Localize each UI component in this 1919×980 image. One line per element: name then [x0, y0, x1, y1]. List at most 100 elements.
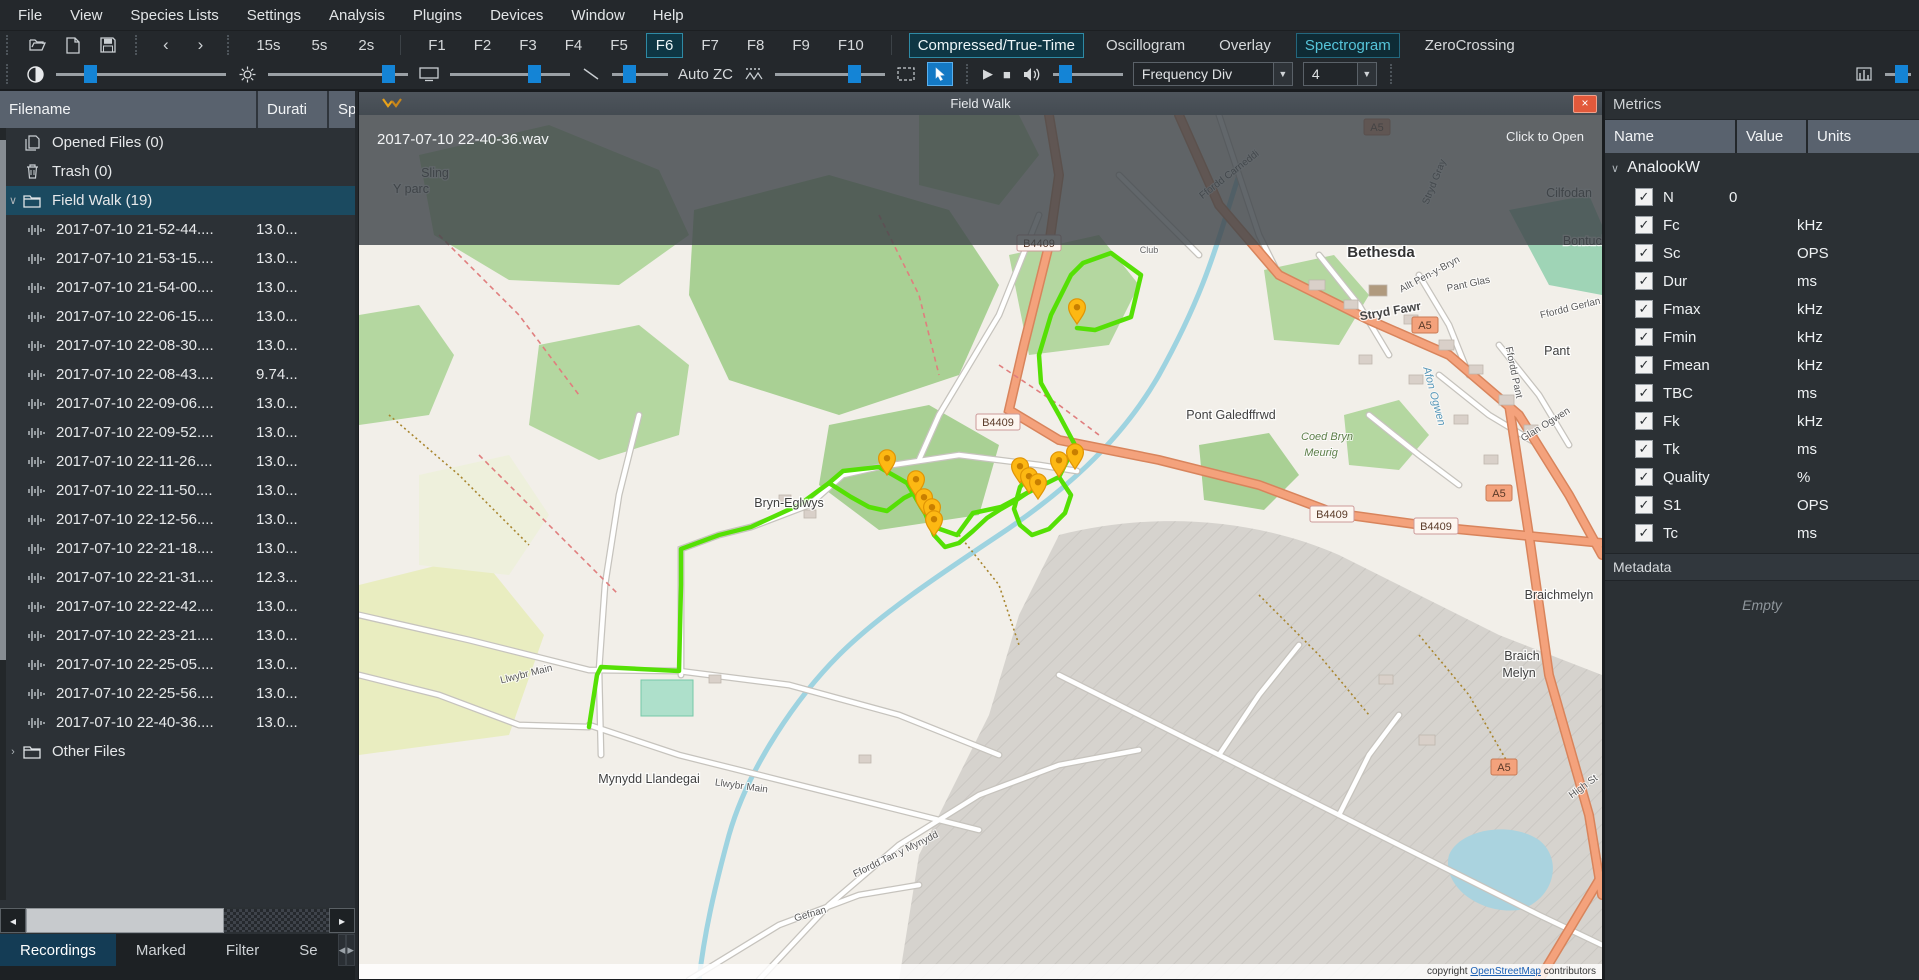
fkey-button-f3[interactable]: F3 — [509, 33, 547, 58]
slider-handle[interactable] — [528, 65, 541, 83]
file-row[interactable]: 2017-07-10 22-25-56....13.0... — [6, 679, 355, 708]
metric-row-quality[interactable]: ✓Quality% — [1605, 463, 1919, 491]
file-row[interactable]: 2017-07-10 22-11-50....13.0... — [6, 476, 355, 505]
metric-row-tc[interactable]: ✓Tcms — [1605, 519, 1919, 547]
metric-checkbox[interactable]: ✓ — [1635, 244, 1653, 262]
metric-checkbox[interactable]: ✓ — [1635, 300, 1653, 318]
openstreetmap-link[interactable]: OpenStreetMap — [1470, 966, 1541, 977]
sidebar-tab-recordings[interactable]: Recordings — [0, 934, 116, 966]
brightness-slider[interactable] — [268, 65, 408, 83]
file-row[interactable]: 2017-07-10 21-53-15....13.0... — [6, 244, 355, 273]
contrast-slider[interactable] — [56, 65, 226, 83]
forward-button[interactable]: › — [190, 35, 212, 55]
file-row[interactable]: 2017-07-10 22-25-05....13.0... — [6, 650, 355, 679]
fkey-button-f8[interactable]: F8 — [737, 33, 775, 58]
tree-expander-icon[interactable]: › — [6, 746, 20, 758]
file-row[interactable]: 2017-07-10 22-08-43....9.74... — [6, 360, 355, 389]
metric-checkbox[interactable]: ✓ — [1635, 188, 1653, 206]
slider-handle[interactable] — [623, 65, 636, 83]
metric-row-tk[interactable]: ✓Tkms — [1605, 435, 1919, 463]
save-button[interactable] — [97, 34, 119, 56]
map-title-bar[interactable]: Field Walk × — [359, 92, 1602, 115]
metric-checkbox[interactable]: ✓ — [1635, 496, 1653, 514]
click-to-open-label[interactable]: Click to Open — [1506, 129, 1584, 144]
fkey-button-f5[interactable]: F5 — [600, 33, 638, 58]
time-button-2s[interactable]: 2s — [349, 33, 383, 58]
compressed-truetime-toggle[interactable]: Compressed/True-Time — [909, 33, 1084, 58]
menu-item-help[interactable]: Help — [641, 3, 696, 28]
file-row[interactable]: 2017-07-10 22-21-31....12.3... — [6, 563, 355, 592]
metric-checkbox[interactable]: ✓ — [1635, 328, 1653, 346]
metric-checkbox[interactable]: ✓ — [1635, 440, 1653, 458]
file-row[interactable]: 2017-07-10 21-54-00....13.0... — [6, 273, 355, 302]
menu-item-settings[interactable]: Settings — [235, 3, 313, 28]
menu-item-view[interactable]: View — [58, 3, 114, 28]
menu-item-plugins[interactable]: Plugins — [401, 3, 474, 28]
spectrogram-settings-icon[interactable] — [1853, 63, 1875, 85]
slider-handle[interactable] — [382, 65, 395, 83]
metrics-column-units[interactable]: Units — [1808, 120, 1919, 153]
menu-item-window[interactable]: Window — [559, 3, 636, 28]
time-button-5s[interactable]: 5s — [303, 33, 337, 58]
zc-threshold-slider[interactable] — [775, 65, 885, 83]
slider-handle[interactable] — [1059, 65, 1072, 83]
tree-item-opened-files[interactable]: Opened Files (0) — [6, 128, 355, 157]
close-icon[interactable]: × — [1573, 95, 1597, 113]
toolbar-grip[interactable] — [6, 35, 12, 55]
brightness-icon[interactable] — [236, 63, 258, 85]
view-button-overlay[interactable]: Overlay — [1210, 33, 1280, 58]
metric-row-fk[interactable]: ✓FkkHz — [1605, 407, 1919, 435]
tree-item-trash[interactable]: Trash (0) — [6, 157, 355, 186]
tab-scroll-left-button[interactable]: ◂ — [338, 934, 347, 966]
menu-item-species-lists[interactable]: Species Lists — [118, 3, 230, 28]
metric-row-n[interactable]: ✓N0 — [1605, 183, 1919, 211]
scroll-right-button[interactable]: ▸ — [329, 908, 355, 933]
toolbar-grip[interactable] — [6, 64, 12, 84]
sidebar-tab-se[interactable]: Se — [279, 934, 337, 966]
fkey-button-f7[interactable]: F7 — [691, 33, 729, 58]
metrics-column-name[interactable]: Name — [1605, 120, 1735, 153]
metadata-section-header[interactable]: Metadata — [1605, 553, 1919, 581]
column-header-filename[interactable]: Filename — [0, 91, 258, 128]
fkey-button-f2[interactable]: F2 — [464, 33, 502, 58]
fkey-button-f10[interactable]: F10 — [828, 33, 874, 58]
fkey-button-f9[interactable]: F9 — [782, 33, 820, 58]
metric-row-fmax[interactable]: ✓FmaxkHz — [1605, 295, 1919, 323]
fkey-button-f1[interactable]: F1 — [418, 33, 456, 58]
view-button-oscillogram[interactable]: Oscillogram — [1097, 33, 1194, 58]
scrollbar-track[interactable] — [224, 909, 329, 932]
metric-row-sc[interactable]: ✓ScOPS — [1605, 239, 1919, 267]
scrollbar-thumb[interactable] — [26, 908, 224, 933]
menu-item-analysis[interactable]: Analysis — [317, 3, 397, 28]
stop-button[interactable]: ■ — [1003, 67, 1011, 82]
file-row[interactable]: 2017-07-10 22-40-36....13.0... — [6, 708, 355, 737]
open-folder-button[interactable] — [27, 34, 49, 56]
metric-row-fc[interactable]: ✓FckHz — [1605, 211, 1919, 239]
contrast-icon[interactable] — [24, 63, 46, 85]
file-row[interactable]: 2017-07-10 22-09-06....13.0... — [6, 389, 355, 418]
zc-sensitivity-icon[interactable] — [743, 63, 765, 85]
view-button-zerocrossing[interactable]: ZeroCrossing — [1416, 33, 1524, 58]
slider-handle[interactable] — [84, 65, 97, 83]
sidebar-tab-marked[interactable]: Marked — [116, 934, 206, 966]
file-row[interactable]: 2017-07-10 22-09-52....13.0... — [6, 418, 355, 447]
metric-checkbox[interactable]: ✓ — [1635, 216, 1653, 234]
tree-item-field-walk[interactable]: ∨Field Walk (19) — [6, 186, 355, 215]
cursor-tool-button[interactable] — [927, 62, 953, 86]
map-view[interactable]: B4409B4409B4409B4409A5A5A5A5BethesdaCilf… — [359, 115, 1602, 979]
slope-slider[interactable] — [612, 65, 668, 83]
metric-checkbox[interactable]: ✓ — [1635, 272, 1653, 290]
metric-row-s1[interactable]: ✓S1OPS — [1605, 491, 1919, 519]
metrics-group-analookw[interactable]: ∨ AnalookW — [1605, 153, 1919, 183]
fkey-button-f6[interactable]: F6 — [646, 33, 684, 58]
file-row[interactable]: 2017-07-10 21-52-44....13.0... — [6, 215, 355, 244]
metric-row-fmin[interactable]: ✓FminkHz — [1605, 323, 1919, 351]
tree-item-other-files[interactable]: ›Other Files — [6, 737, 355, 766]
file-row[interactable]: 2017-07-10 22-06-15....13.0... — [6, 302, 355, 331]
metrics-column-value[interactable]: Value — [1737, 120, 1806, 153]
selection-marquee-icon[interactable] — [895, 63, 917, 85]
slope-icon[interactable] — [580, 63, 602, 85]
view-button-spectrogram[interactable]: Spectrogram — [1296, 33, 1400, 58]
metric-row-dur[interactable]: ✓Durms — [1605, 267, 1919, 295]
metric-checkbox[interactable]: ✓ — [1635, 468, 1653, 486]
